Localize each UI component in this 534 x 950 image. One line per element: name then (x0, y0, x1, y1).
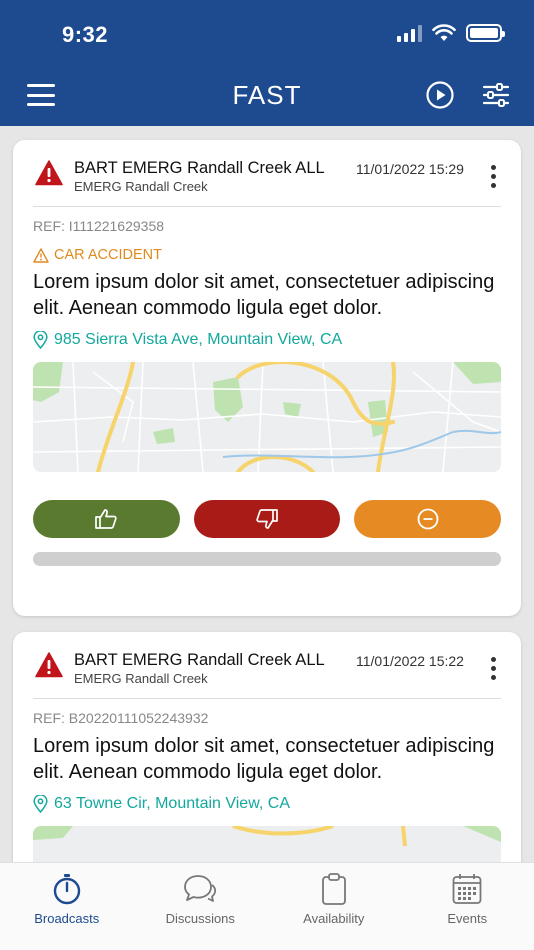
app-header: 9:32 FAST (0, 0, 534, 126)
warning-outline-icon (33, 247, 49, 263)
thumbs-down-icon (256, 509, 278, 529)
accept-button[interactable] (33, 500, 180, 538)
alert-triangle-icon (35, 160, 63, 186)
card-subtitle: EMERG Randall Creek (74, 671, 208, 686)
more-options-icon[interactable] (489, 657, 497, 680)
response-actions (33, 500, 502, 538)
tab-broadcasts[interactable]: Broadcasts (0, 863, 134, 950)
neutral-button[interactable] (354, 500, 502, 538)
tab-label: Events (447, 911, 488, 926)
more-options-icon[interactable] (489, 165, 497, 188)
card-subtitle: EMERG Randall Creek (74, 179, 208, 194)
broadcast-feed[interactable]: BART EMERG Randall Creek ALL EMERG Randa… (0, 126, 534, 862)
tab-discussions[interactable]: Discussions (134, 863, 268, 950)
calendar-icon (452, 874, 482, 904)
incident-type-label: CAR ACCIDENT (54, 247, 162, 263)
stopwatch-icon (53, 874, 80, 905)
map-graphic (33, 362, 501, 472)
map-preview[interactable] (33, 362, 501, 472)
reference-number: REF: B20220111052243932 (33, 710, 209, 726)
response-progress-bar (33, 552, 501, 566)
map-graphic (33, 826, 501, 862)
divider (33, 698, 501, 699)
chat-bubbles-icon (184, 875, 217, 902)
tab-label: Discussions (165, 911, 235, 926)
location-pin-icon (33, 795, 48, 813)
map-preview[interactable] (33, 826, 501, 862)
decline-button[interactable] (193, 500, 341, 538)
address-link[interactable]: 63 Towne Cir, Mountain View, CA (33, 795, 521, 813)
card-title: BART EMERG Randall Creek ALL (74, 651, 325, 669)
broadcast-card[interactable]: BART EMERG Randall Creek ALL EMERG Randa… (13, 140, 521, 616)
address-text: 985 Sierra Vista Ave, Mountain View, CA (54, 331, 343, 348)
battery-icon (466, 24, 505, 42)
message-body: Lorem ipsum dolor sit amet, consectetuer… (33, 735, 495, 783)
tab-events[interactable]: Events (401, 863, 534, 950)
status-time: 9:32 (62, 22, 109, 47)
incident-type: CAR ACCIDENT (33, 247, 521, 263)
card-header: BART EMERG Randall Creek ALL EMERG Randa… (13, 140, 521, 206)
card-datetime: 11/01/2022 15:29 (356, 161, 464, 177)
divider (33, 206, 501, 207)
play-icon[interactable] (426, 81, 454, 109)
card-header: BART EMERG Randall Creek ALL EMERG Randa… (13, 632, 521, 698)
wifi-icon (432, 24, 456, 41)
thumbs-up-icon (95, 509, 118, 529)
tab-label: Broadcasts (34, 911, 100, 926)
clipboard-icon (321, 873, 346, 905)
reference-number: REF: I111221629358 (33, 218, 165, 234)
bottom-tab-bar: Broadcasts Discussions Availability Even… (0, 862, 534, 950)
card-datetime: 11/01/2022 15:22 (356, 653, 464, 669)
minus-circle-icon (417, 508, 439, 530)
address-text: 63 Towne Cir, Mountain View, CA (54, 795, 290, 812)
message-body: Lorem ipsum dolor sit amet, consectetuer… (33, 271, 495, 319)
address-link[interactable]: 985 Sierra Vista Ave, Mountain View, CA (33, 331, 521, 349)
broadcast-card[interactable]: BART EMERG Randall Creek ALL EMERG Randa… (13, 632, 521, 862)
signal-icon (397, 24, 422, 42)
tab-availability[interactable]: Availability (267, 863, 401, 950)
tab-label: Availability (303, 911, 365, 926)
status-icons (397, 24, 505, 42)
filter-settings-icon[interactable] (482, 81, 510, 109)
location-pin-icon (33, 331, 48, 349)
card-title: BART EMERG Randall Creek ALL (74, 159, 325, 177)
alert-triangle-icon (35, 652, 63, 678)
